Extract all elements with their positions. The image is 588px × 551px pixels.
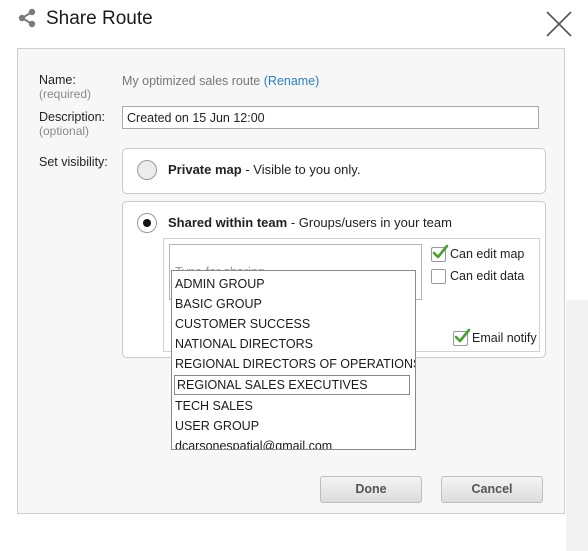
route-name-text: My optimized sales route <box>122 74 261 88</box>
private-map-title: Private map <box>168 162 242 177</box>
share-icon <box>18 8 36 28</box>
can-edit-data-label: Can edit data <box>450 269 525 283</box>
radio-selected-dot <box>143 219 151 227</box>
name-label: Name: <box>39 73 76 87</box>
done-button[interactable]: Done <box>320 476 422 503</box>
private-map-radio[interactable] <box>137 160 157 180</box>
dropdown-item[interactable]: USER GROUP <box>175 418 259 434</box>
can-edit-data-checkbox[interactable] <box>431 269 446 284</box>
name-required-hint: (required) <box>39 87 92 101</box>
visibility-label: Set visibility: <box>39 155 108 169</box>
private-map-text: Private map - Visible to you only. <box>168 162 360 177</box>
dropdown-item[interactable]: BASIC GROUP <box>175 296 262 312</box>
dropdown-item[interactable]: CUSTOMER SUCCESS <box>175 316 310 332</box>
description-optional-hint: (optional) <box>39 124 90 138</box>
private-map-desc: - Visible to you only. <box>241 162 361 177</box>
dropdown-item[interactable]: TECH SALES <box>175 398 253 414</box>
background-strip <box>566 300 588 551</box>
can-edit-map-checkbox[interactable] <box>431 244 449 262</box>
rename-link[interactable]: (Rename) <box>264 74 320 88</box>
dialog-title-bar: Share Route <box>0 0 588 44</box>
route-name: My optimized sales route (Rename) <box>122 74 319 88</box>
checkmark-icon <box>432 244 449 259</box>
cancel-button[interactable]: Cancel <box>441 476 543 503</box>
description-input[interactable] <box>122 106 539 129</box>
dropdown-item[interactable]: ADMIN GROUP <box>175 276 265 292</box>
can-edit-map-label: Can edit map <box>450 247 525 261</box>
email-notify-checkbox[interactable] <box>453 328 471 346</box>
dropdown-item-highlighted[interactable]: REGIONAL SALES EXECUTIVES <box>174 375 410 395</box>
sharing-suggestions-dropdown: ADMIN GROUP BASIC GROUP CUSTOMER SUCCESS… <box>171 270 416 450</box>
description-label: Description: <box>39 110 105 124</box>
shared-team-radio[interactable] <box>137 213 157 233</box>
checkmark-icon <box>454 328 471 343</box>
dropdown-item[interactable]: REGIONAL DIRECTORS OF OPERATIONS <box>175 356 415 372</box>
shared-team-title: Shared within team <box>168 215 288 230</box>
close-icon[interactable] <box>544 9 574 39</box>
email-notify-label: Email notify <box>472 331 537 345</box>
dropdown-item[interactable]: dcarsonespatial@gmail.com <box>175 438 332 449</box>
shared-team-text: Shared within team - Groups/users in you… <box>168 215 452 230</box>
shared-team-desc: - Groups/users in your team <box>287 215 452 230</box>
dialog-title: Share Route <box>46 8 153 29</box>
dropdown-item[interactable]: NATIONAL DIRECTORS <box>175 336 313 352</box>
